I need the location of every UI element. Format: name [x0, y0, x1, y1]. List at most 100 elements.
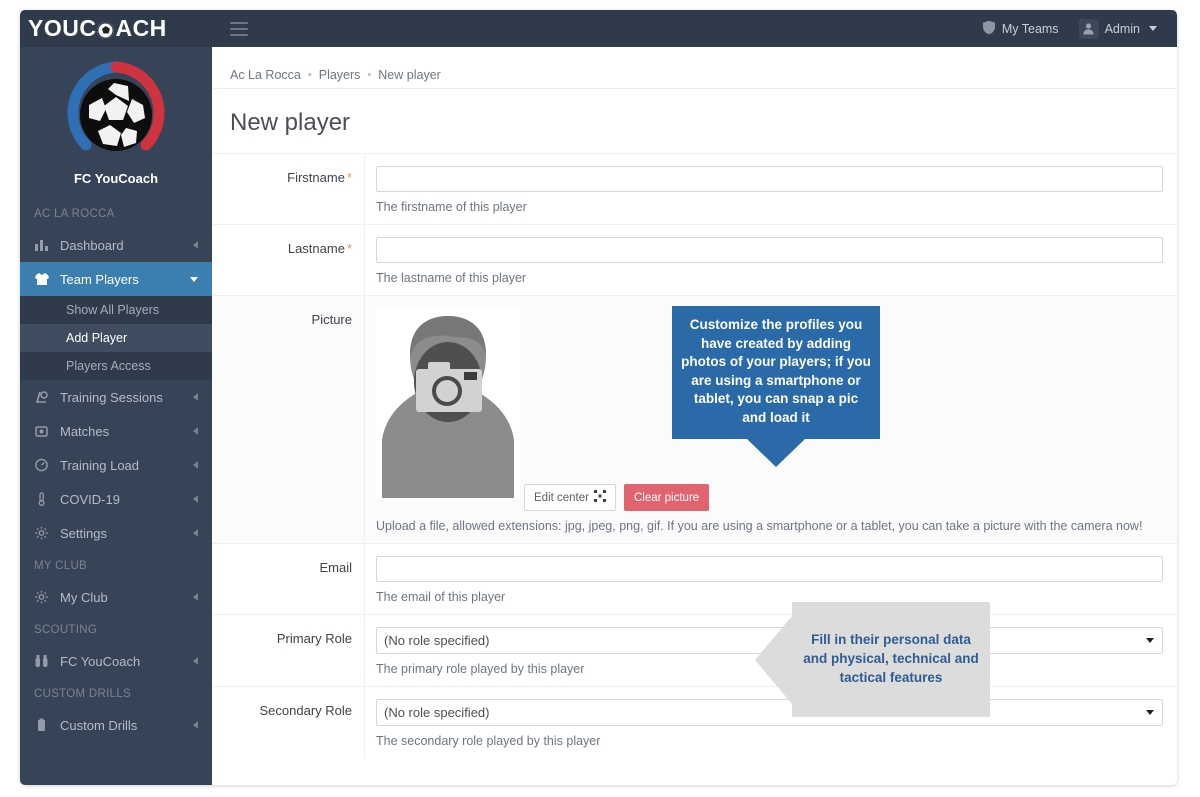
secondary-role-label: Secondary Role [212, 687, 364, 758]
sidebar-item-fc-youcoach[interactable]: FC YouCoach [20, 644, 212, 678]
club-name: FC YouCoach [73, 171, 159, 186]
brand-logo[interactable]: YOUC ACH [20, 10, 212, 47]
form-row-primary-role: Primary Role (No role specified) The pri… [212, 602, 1177, 717]
clear-picture-button[interactable]: Clear picture [623, 484, 710, 511]
chevron-left-icon [193, 427, 198, 435]
sidebar-item-add-player[interactable]: Add Player [20, 324, 212, 352]
form-row-email: Email The email of this player [212, 543, 1177, 614]
sidebar-item-training-sessions[interactable]: Training Sessions [20, 380, 212, 414]
picture-tooltip: Customize the profiles you have created … [672, 306, 880, 439]
picture-label: Picture [212, 296, 364, 543]
firstname-label: Firstname * [212, 154, 364, 224]
email-field-cell: The email of this player [364, 544, 1177, 614]
bar-chart-icon [34, 238, 54, 252]
lastname-help: The lastname of this player [376, 271, 527, 285]
sidebar-item-label: Matches [60, 423, 110, 439]
shield-icon [982, 20, 996, 38]
form-row-picture: Picture Edit center Clear picture Upload… [212, 295, 1177, 543]
whistle-icon [34, 424, 54, 438]
admin-label: Admin [1104, 21, 1140, 36]
required-asterisk: * [346, 241, 352, 256]
edit-center-label: Edit center [534, 491, 589, 504]
lastname-field-cell: The lastname of this player [364, 225, 1177, 295]
sidebar-item-my-club[interactable]: My Club [20, 580, 212, 614]
sidebar-section-my-club: MY CLUB [34, 560, 88, 572]
firstname-input[interactable] [376, 166, 1163, 192]
gear-icon [34, 526, 54, 540]
sidebar-item-show-all-players[interactable]: Show All Players [20, 296, 212, 324]
picture-field-cell: Edit center Clear picture Upload a file,… [364, 296, 1177, 543]
chevron-left-icon [193, 393, 198, 401]
jersey-icon [34, 272, 54, 286]
cone-icon [34, 390, 54, 404]
chevron-left-icon [193, 461, 198, 469]
dropdown-caret-icon[interactable] [1146, 638, 1154, 643]
sidebar-item-label: My Club [60, 589, 108, 605]
picture-label-text: Picture [311, 312, 352, 327]
sidebar-item-label: FC YouCoach [60, 653, 141, 669]
sidebar-item-label: Dashboard [60, 237, 124, 253]
sidebar-item-team-players[interactable]: Team Players [20, 262, 212, 296]
hamburger-menu-icon[interactable] [230, 21, 248, 36]
lastname-label-text: Lastname [287, 241, 345, 256]
sidebar-item-players-access[interactable]: Players Access [20, 352, 212, 380]
application-window: YOUC ACH My Teams Admin FC YouCoach AC L… [20, 10, 1177, 785]
sidebar-item-settings[interactable]: Settings [20, 516, 212, 550]
lastname-input[interactable] [376, 237, 1163, 263]
hamburger-bar-1 [230, 21, 248, 24]
chevron-left-icon [193, 495, 198, 503]
firstname-field-cell: The firstname of this player [364, 154, 1177, 224]
breadcrumb-separator: • [307, 68, 312, 81]
person-placeholder-with-camera-icon[interactable] [376, 308, 520, 498]
soccer-ball-crest-icon [64, 61, 168, 165]
email-label-text: Email [319, 560, 352, 575]
hamburger-bar-2 [230, 27, 248, 30]
move-crop-icon [593, 490, 606, 505]
subnav-item-label: Players Access [66, 359, 151, 373]
sidebar-item-label: Custom Drills [60, 717, 138, 733]
my-teams-label: My Teams [1001, 21, 1059, 36]
brand-text-after: ACH [115, 15, 167, 41]
secondary-role-help: The secondary role played by this player [376, 734, 601, 748]
sidebar-section-scouting: SCOUTING [34, 624, 98, 636]
sidebar-subnav-team-players: Show All Players Add Player Players Acce… [20, 296, 212, 380]
clipboard-icon [34, 718, 54, 732]
gauge-icon [34, 458, 54, 472]
sidebar-item-dashboard[interactable]: Dashboard [20, 228, 212, 262]
club-identity: FC YouCoach [20, 47, 212, 198]
firstname-help: The firstname of this player [376, 200, 527, 214]
admin-menu-button[interactable]: Admin [1069, 10, 1167, 47]
subnav-item-label: Show All Players [66, 303, 160, 317]
sidebar-item-covid-19[interactable]: COVID-19 [20, 482, 212, 516]
form-row-lastname: Lastname * The lastname of this player [212, 224, 1177, 295]
page-title: New player [230, 109, 351, 136]
primary-role-label-text: Primary Role [276, 631, 352, 646]
chevron-left-icon [193, 529, 198, 537]
dropdown-caret-icon[interactable] [1146, 710, 1154, 715]
breadcrumb-item-players[interactable]: Players [319, 68, 361, 82]
lastname-label: Lastname * [212, 225, 364, 295]
sidebar-item-label: Team Players [60, 271, 139, 287]
picture-help: Upload a file, allowed extensions: jpg, … [376, 519, 1143, 533]
email-label: Email [212, 544, 364, 614]
picture-action-buttons: Edit center Clear picture [524, 484, 1163, 511]
secondary-role-value: (No role specified) [384, 705, 490, 720]
chevron-left-icon [193, 657, 198, 665]
edit-center-button[interactable]: Edit center [524, 484, 616, 511]
chevron-down-icon [1149, 26, 1157, 31]
sidebar-section-ac-la-rocca: AC LA ROCCA [34, 208, 115, 220]
breadcrumb-item-club[interactable]: Ac La Rocca [230, 68, 301, 82]
brand-text-before: YOUC [28, 15, 97, 41]
main-content: Ac La Rocca • Players • New player New p… [212, 47, 1177, 785]
user-avatar-icon [1078, 18, 1099, 39]
sidebar-item-custom-drills[interactable]: Custom Drills [20, 708, 212, 742]
breadcrumb-item-new-player: New player [378, 67, 441, 82]
top-header-bar: YOUC ACH My Teams Admin [20, 10, 1177, 47]
sidebar-item-training-load[interactable]: Training Load [20, 448, 212, 482]
email-input[interactable] [376, 556, 1163, 582]
my-teams-button[interactable]: My Teams [972, 10, 1069, 47]
firstname-label-text: Firstname [287, 170, 345, 185]
chevron-down-icon [190, 276, 198, 282]
sidebar-item-matches[interactable]: Matches [20, 414, 212, 448]
secondary-role-label-text: Secondary Role [259, 703, 353, 718]
